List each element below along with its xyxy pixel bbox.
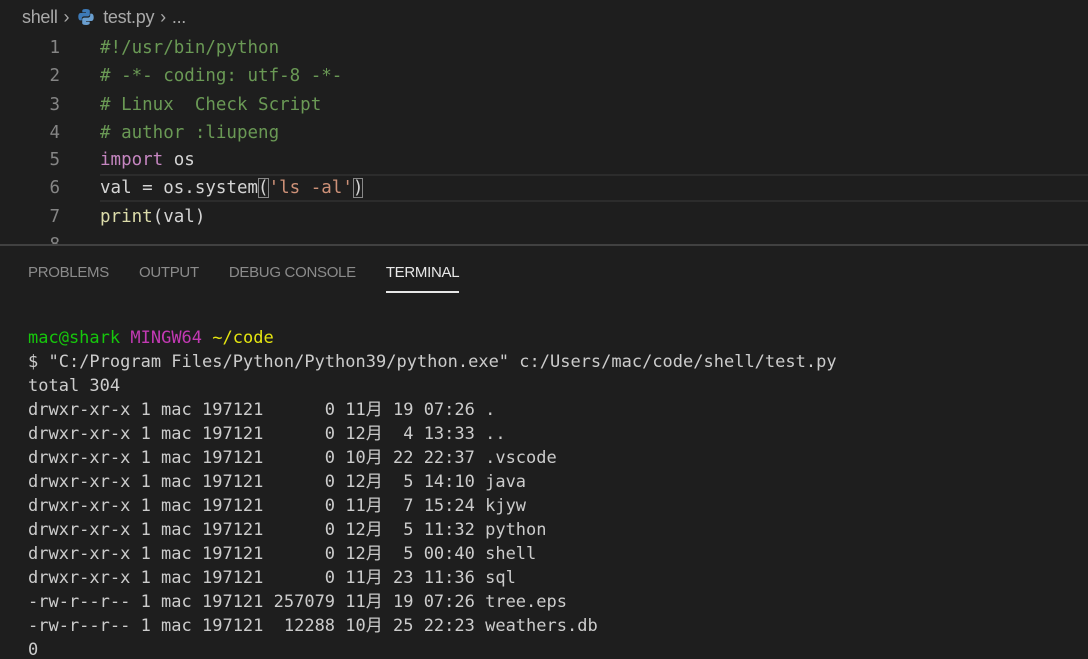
line-number: 3: [49, 95, 60, 115]
terminal-output-line: drwxr-xr-x 1 mac 197121 0 12月 5 14:10 ja…: [28, 472, 527, 492]
terminal-prompt: mac@shark MINGW64 ~/code: [28, 326, 837, 350]
keyword-token: import: [100, 150, 164, 170]
line-number: 2: [49, 66, 60, 86]
chevron-right-icon: ›: [63, 6, 70, 27]
line-number: 1: [49, 38, 60, 58]
code-text: # Linux Check Script: [100, 95, 322, 115]
code-line: 7 print(val): [0, 203, 1088, 231]
terminal-output-line: drwxr-xr-x 1 mac 197121 0 11月 19 07:26 .: [28, 400, 496, 420]
identifier-token: (val): [152, 207, 206, 227]
prompt-host: MINGW64: [130, 328, 203, 348]
function-token: print: [100, 207, 153, 227]
terminal-output-line: drwxr-xr-x 1 mac 197121 0 11月 7 15:24 kj…: [28, 496, 527, 516]
line-number: 7: [49, 207, 60, 227]
terminal-output-line: total 304: [28, 376, 121, 396]
terminal-output-line: 0: [28, 640, 39, 659]
breadcrumb-folder[interactable]: shell: [22, 7, 58, 28]
identifier-token: val = os.system: [100, 178, 259, 198]
identifier-token: os: [163, 150, 195, 170]
code-text: #!/usr/bin/python: [100, 38, 280, 58]
bracket-open: (: [258, 178, 269, 198]
panel-tabs: PROBLEMS OUTPUT DEBUG CONSOLE TERMINAL: [28, 262, 489, 294]
code-editor[interactable]: 1 #!/usr/bin/python 2 # -*- coding: utf-…: [0, 34, 1088, 244]
terminal-output-line: -rw-r--r-- 1 mac 197121 257079 11月 19 07…: [28, 592, 567, 612]
terminal-output-line: drwxr-xr-x 1 mac 197121 0 12月 4 13:33 ..: [28, 424, 506, 444]
line-number: 8: [0, 235, 60, 244]
code-line: 2 # -*- coding: utf-8 -*-: [0, 62, 1088, 90]
bracket-close: ): [352, 178, 364, 198]
breadcrumb-symbols[interactable]: ...: [172, 7, 186, 28]
tab-problems[interactable]: PROBLEMS: [28, 262, 109, 294]
code-text: print(val): [100, 207, 205, 227]
code-text: import os: [100, 150, 195, 170]
code-line: 1 #!/usr/bin/python: [0, 34, 1088, 62]
terminal-output-line: drwxr-xr-x 1 mac 197121 0 12月 5 11:32 py…: [28, 520, 547, 540]
line-number: 4: [49, 123, 60, 143]
line-number: 6: [49, 178, 60, 198]
prompt-path: ~/code: [212, 328, 274, 348]
code-line-current: 6 val = os.system('ls -al'): [49, 174, 1088, 202]
breadcrumb-file[interactable]: test.py: [103, 7, 154, 28]
code-text: # -*- coding: utf-8 -*-: [100, 66, 343, 86]
code-line: 4 # author :liupeng: [0, 119, 1088, 147]
code-text: val = os.system('ls -al'): [100, 178, 364, 198]
code-line: 5 import os: [0, 146, 1088, 174]
tab-terminal[interactable]: TERMINAL: [385, 262, 460, 294]
code-line: 8: [0, 231, 1088, 244]
string-token: 'ls -al': [268, 178, 353, 198]
prompt-user: mac@shark: [28, 328, 121, 348]
breadcrumb: shell › test.py › ...: [0, 0, 1088, 34]
terminal[interactable]: mac@shark MINGW64 ~/code $ "C:/Program F…: [28, 326, 837, 659]
code-text: # author :liupeng: [100, 123, 280, 143]
terminal-output-line: -rw-r--r-- 1 mac 197121 12288 10月 25 22:…: [28, 616, 598, 636]
terminal-output-line: drwxr-xr-x 1 mac 197121 0 11月 23 11:36 s…: [28, 568, 516, 588]
chevron-right-icon: ›: [160, 6, 166, 27]
tab-output[interactable]: OUTPUT: [139, 262, 199, 294]
terminal-command: $ "C:/Program Files/Python/Python39/pyth…: [28, 352, 837, 372]
python-icon: [77, 8, 95, 26]
code-line: 3 # Linux Check Script: [0, 91, 1088, 119]
terminal-output: total 304 drwxr-xr-x 1 mac 197121 0 11月 1…: [28, 374, 837, 659]
line-number: 5: [49, 150, 60, 170]
panel-divider[interactable]: [0, 244, 1088, 246]
terminal-output-line: drwxr-xr-x 1 mac 197121 0 10月 22 22:37 .…: [28, 448, 557, 468]
tab-debug-console[interactable]: DEBUG CONSOLE: [229, 262, 356, 294]
terminal-output-line: drwxr-xr-x 1 mac 197121 0 12月 5 00:40 sh…: [28, 544, 537, 564]
